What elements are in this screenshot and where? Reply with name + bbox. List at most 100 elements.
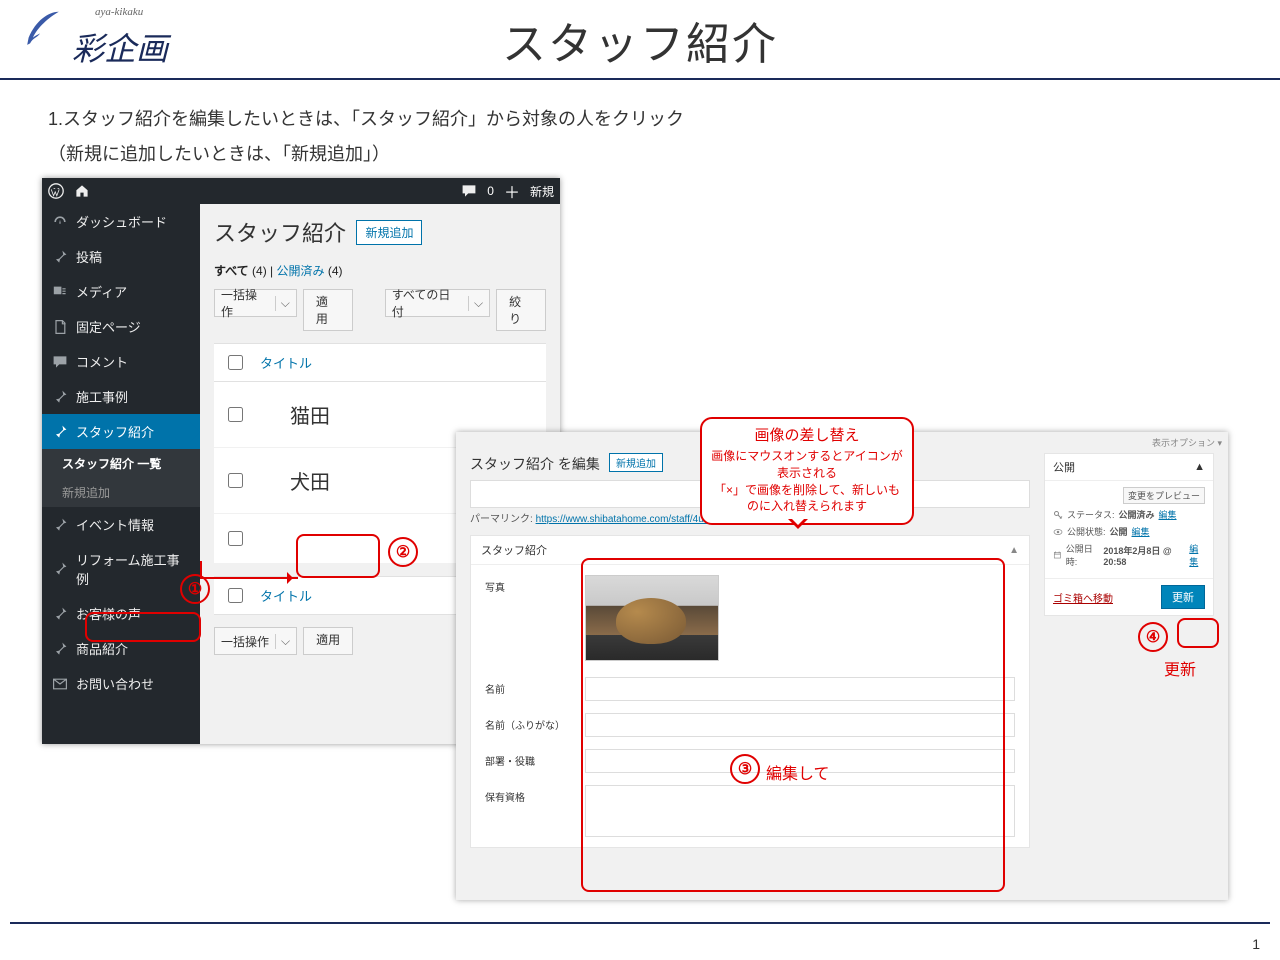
sidebar-item-staff[interactable]: スタッフ紹介 [42, 414, 200, 449]
sidebar-item-voices[interactable]: お客様の声 [42, 596, 200, 631]
annotation-edit-label: 編集して [766, 760, 830, 784]
add-new-label[interactable]: 新規 [530, 183, 554, 200]
name-input[interactable] [585, 677, 1015, 701]
update-button[interactable]: 更新 [1161, 585, 1205, 609]
date-value: 2018年2月8日 @ 20:58 [1103, 544, 1185, 567]
sidebar-item-comments[interactable]: コメント [42, 344, 200, 379]
edit-date-link[interactable]: 編集 [1189, 542, 1205, 568]
add-new-button[interactable]: 新規追加 [356, 220, 422, 245]
sidebar-label: 施工事例 [76, 387, 128, 406]
edit-status-link[interactable]: 編集 [1159, 508, 1177, 521]
wp-sidebar: ダッシュボード 投稿 メディア 固定ページ コメント 施工事例 スタッフ紹介 ス… [42, 204, 200, 744]
sidebar-item-products[interactable]: 商品紹介 [42, 631, 200, 666]
move-to-trash-link[interactable]: ゴミ箱へ移動 [1053, 590, 1113, 605]
sidebar-label: イベント情報 [76, 515, 154, 534]
annotation-update-label: 更新 [1164, 656, 1196, 680]
status-value: 公開済み [1119, 508, 1155, 521]
comment-count: 0 [487, 184, 494, 198]
row-checkbox[interactable] [228, 473, 243, 488]
sidebar-label: リフォーム施工事例 [76, 550, 190, 588]
staff-metabox: スタッフ紹介 ▲ 写真 名前 名前（ふりがな） [470, 535, 1030, 848]
sidebar-item-media[interactable]: メディア [42, 274, 200, 309]
staff-photo[interactable] [585, 575, 719, 661]
sidebar-label: 投稿 [76, 247, 102, 266]
select-all-checkbox[interactable] [228, 355, 243, 370]
gauge-icon [52, 214, 68, 230]
add-new-button[interactable]: 新規追加 [609, 453, 663, 472]
row-checkbox[interactable] [228, 531, 243, 546]
sidebar-item-reform[interactable]: リフォーム施工事例 [42, 542, 200, 596]
column-title[interactable]: タイトル [260, 586, 312, 605]
sidebar-label: ダッシュボード [76, 212, 167, 231]
media-icon [52, 284, 68, 300]
status-label: ステータス: [1067, 508, 1115, 521]
calendar-icon [1053, 550, 1062, 560]
permalink-url[interactable]: https://www.shibatahome.com/staff/4u/a/ [536, 514, 715, 525]
pin-icon [52, 424, 68, 440]
column-title[interactable]: タイトル [260, 353, 312, 372]
comment-icon[interactable] [461, 183, 477, 199]
feather-logo-icon [20, 6, 66, 52]
pin-icon [52, 561, 68, 577]
callout-body-2: 「×」で画像を削除して、新しいものに入れ替えられます [710, 482, 904, 516]
pin-icon [52, 606, 68, 622]
date-filter-label: すべての日付 [392, 286, 462, 320]
home-icon[interactable] [74, 183, 90, 199]
edit-visibility-link[interactable]: 編集 [1132, 525, 1150, 538]
pin-icon [52, 641, 68, 657]
instruction-line-1: 1.スタッフ紹介を編集したいときは、「スタッフ紹介」から対象の人をクリック [48, 105, 684, 131]
select-all-checkbox[interactable] [228, 588, 243, 603]
sidebar-item-pages[interactable]: 固定ページ [42, 309, 200, 344]
sidebar-sub-staff-list[interactable]: スタッフ紹介 一覧 [42, 449, 200, 478]
page-title: スタッフ紹介 [502, 8, 778, 72]
mail-icon [52, 676, 68, 692]
annotation-3: ③ [730, 754, 760, 784]
date-filter-select[interactable]: すべての日付 ⌵ [385, 289, 490, 317]
publish-box: 公開 ▲ 変更をプレビュー ステータス: 公開済み 編集 公開状態: 公開 [1044, 453, 1214, 616]
qual-textarea[interactable] [585, 785, 1015, 837]
filter-all-count: (4) [252, 264, 267, 278]
pin-icon [52, 389, 68, 405]
apply-button[interactable]: 適用 [303, 627, 353, 655]
pin-icon [52, 517, 68, 533]
edit-heading: スタッフ紹介 を編集 [470, 454, 600, 474]
field-label-dept: 部署・役職 [485, 749, 585, 768]
sidebar-item-events[interactable]: イベント情報 [42, 507, 200, 542]
apply-button[interactable]: 適用 [303, 289, 353, 331]
instruction-line-2: （新規に追加したいときは、「新規追加」） [48, 140, 390, 166]
key-icon [1053, 510, 1063, 520]
chevron-down-icon: ⌵ [275, 296, 290, 311]
sidebar-label: 商品紹介 [76, 639, 128, 658]
row-checkbox[interactable] [228, 407, 243, 422]
sidebar-sub-staff-new[interactable]: 新規追加 [42, 478, 200, 507]
metabox-title: スタッフ紹介 [481, 542, 547, 558]
row-title[interactable]: 犬田 [290, 466, 330, 495]
row-title[interactable]: 猫田 [290, 400, 330, 429]
sidebar-item-dashboard[interactable]: ダッシュボード [42, 204, 200, 239]
collapse-icon[interactable]: ▲ [1009, 545, 1019, 556]
screen-options[interactable]: 表示オプション ▾ [1152, 436, 1222, 449]
filter-published-count: (4) [328, 264, 343, 278]
narrow-button[interactable]: 絞り [496, 289, 546, 331]
sidebar-item-posts[interactable]: 投稿 [42, 239, 200, 274]
sidebar-item-works[interactable]: 施工事例 [42, 379, 200, 414]
filter-published[interactable]: 公開済み [277, 264, 325, 278]
preview-button[interactable]: 変更をプレビュー [1123, 487, 1205, 504]
field-label-name: 名前 [485, 677, 585, 696]
collapse-icon[interactable]: ▲ [1194, 461, 1205, 473]
wp-admin-bar: 0 ＋ 新規 [42, 178, 560, 204]
page-number: 1 [1252, 936, 1260, 952]
permalink-label: パーマリンク: [470, 514, 533, 525]
sidebar-item-contact[interactable]: お問い合わせ [42, 666, 200, 701]
wordpress-logo-icon[interactable] [48, 183, 64, 199]
visibility-label: 公開状態: [1067, 525, 1106, 538]
pin-icon [52, 249, 68, 265]
furigana-input[interactable] [585, 713, 1015, 737]
chevron-down-icon: ⌵ [468, 296, 483, 311]
bulk-action-select[interactable]: 一括操作 ⌵ [214, 289, 297, 317]
filter-all[interactable]: すべて [214, 264, 249, 278]
plus-icon[interactable]: ＋ [504, 179, 520, 203]
field-label-furigana: 名前（ふりがな） [485, 713, 585, 732]
bulk-action-select[interactable]: 一括操作 ⌵ [214, 627, 297, 655]
date-label: 公開日時: [1066, 542, 1100, 568]
